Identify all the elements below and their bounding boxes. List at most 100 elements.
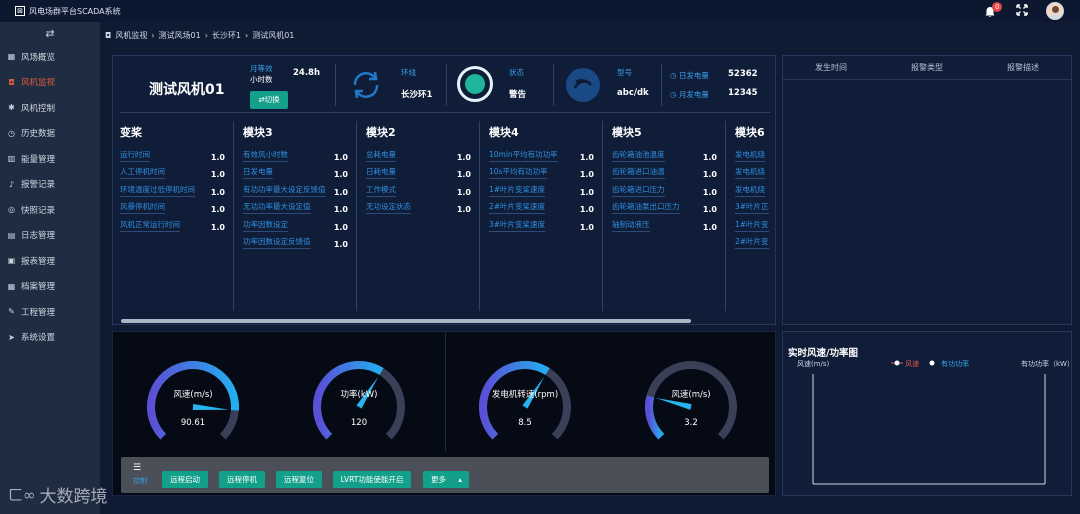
row-label: 齿轮箱进口油温 [612,166,665,179]
app-logo-icon: ⊠ [15,6,25,16]
module-row: 环境温度过低停机时间 1.0 [120,179,225,197]
remote-start-button[interactable]: 远程启动 [162,471,208,488]
gauge-value: 90.61 [180,418,206,428]
sidebar-item-label: 系统设置 [21,333,56,344]
refresh-icon [349,68,383,102]
row-value: 1.0 [579,205,594,214]
sidebar-item-2[interactable]: ✱ 风机控制 [0,95,100,121]
row-value: 1.0 [210,205,225,214]
row-value: 1.0 [702,187,717,197]
model-icon [566,68,600,102]
sidebar-item-1[interactable]: ◘ 风机监视 [0,70,100,96]
module-row: 功率因数设定反馈值 1.0 [243,232,348,249]
ring-label: 环线 [401,68,416,77]
monthly-hours-label-2: 小时数 [250,75,273,84]
watermark: ㄈ∞ 大数跨境 [8,486,108,507]
module-card: 变桨 运行时间 1.0 人工停机时间 1.0 环境温度过低停机时间 1.0 风暴停机时间 1.0… [120,124,225,232]
row-label: 齿轮箱油池温度 [612,149,665,162]
notification-bell-icon[interactable]: 0 [984,2,1003,19]
camera-icon: ◘ [105,31,112,40]
row-value: 1.0 [579,187,594,197]
row-value: 1.0 [333,152,348,162]
module-row: 2#叶片变 [735,232,777,249]
row-value: 1.0 [702,205,717,214]
sidebar-item-3[interactable]: ◷ 历史数据 [0,121,100,147]
sidebar-item-6[interactable]: ◎ 快照记录 [0,197,100,223]
lvrt-enable-button[interactable]: LVRT功能使能开启 [333,471,411,488]
row-value: 1.0 [456,152,471,162]
sidebar-item-label: 风机监视 [21,78,56,89]
breadcrumb-item[interactable]: 风机监视 [115,30,147,41]
module-row: 发电机绕 [735,144,777,162]
row-value: 1.0 [210,222,225,232]
status-label: 状态 [509,68,524,77]
sidebar-item-0[interactable]: ▦ 风场概览 [0,44,100,70]
row-label: 风机正常运行时间 [120,219,180,232]
collapse-menu-icon[interactable]: ⇄ [0,22,100,44]
row-value: 1.0 [579,222,594,232]
sidebar-item-4[interactable]: ▥ 能量管理 [0,146,100,172]
row-label: 10s平均有功功率 [489,166,548,179]
control-label: 控制 [133,477,147,485]
breadcrumb: ◘ 风机监视 › 测试风场01 › 长沙环1 › 测试风机01 [105,30,295,41]
remote-reset-button[interactable]: 远程复位 [276,471,322,488]
sidebar-item-10[interactable]: ✎ 工程管理 [0,299,100,325]
module-row: 无功设定状态 1.0 [366,197,471,214]
module-row: 轴制动液压 1.0 [612,214,717,232]
sidebar-item-label: 报警记录 [21,180,56,191]
ring-value: 长沙环1 [401,90,433,100]
module-row: 风暴停机时间 1.0 [120,197,225,214]
toggle-button[interactable]: ⇄切换 [250,91,288,109]
module-card: 模块2 总耗电量 1.0 日耗电量 1.0 工作模式 1.0 无功设定状态 1.0 [366,124,471,214]
module-row: 2#叶片变桨速度 1.0 [489,197,594,214]
user-avatar[interactable] [1046,2,1064,20]
module-card: 模块4 10min平均有功功率 1.0 10s平均有功功率 1.0 1#叶片变桨速度 1.0… [489,124,594,232]
row-label: 齿轮箱进口压力 [612,184,665,197]
module-row: 3#叶片变桨速度 1.0 [489,214,594,232]
sidebar-item-7[interactable]: ▤ 日志管理 [0,223,100,249]
row-label: 轴制动液压 [612,219,650,232]
horizontal-scrollbar[interactable] [121,319,691,323]
breadcrumb-item[interactable]: 长沙环1 [212,30,241,41]
gauge: 发电机转速(rpm) 8.5 [475,352,585,452]
gauge-panel: 风速(m/s) 90.61 功率(kW) 120 发电机转速(rpm) 8.5 风速(… [112,331,776,496]
model-value: abc/dk [617,88,649,98]
remote-stop-button[interactable]: 远程停机 [219,471,265,488]
chart-icon: ▥ [7,154,16,164]
sidebar-item-11[interactable]: ➤ 系统设置 [0,325,100,351]
module-row: 1#叶片变桨速度 1.0 [489,179,594,197]
row-label: 人工停机时间 [120,166,165,179]
gauge: 风速(m/s) 3.2 [641,352,751,452]
row-value: 1.0 [702,152,717,162]
sidebar-item-5[interactable]: ♪ 报警记录 [0,172,100,198]
row-value: 1.0 [456,205,471,214]
right-axis-label: 有功功率（kW） [1021,359,1073,368]
alarm-table-header: 发生时间 报警类型 报警描述 [783,56,1071,80]
row-label: 发电机绕 [735,166,765,179]
control-bar: ☰ 控制 远程启动 远程停机 远程复位 LVRT功能使能开启 更多 ▴ [121,457,769,493]
breadcrumb-item[interactable]: 测试风场01 [159,30,201,41]
realtime-chart: 风速(m/s) 有功功率（kW） 风速 有功功率 [797,359,1073,485]
book-icon: ▤ [7,230,16,240]
row-label: 有功功率最大设定反馈值 [243,184,326,197]
gauge-label: 风速(m/s) [671,390,711,400]
more-dropdown-button[interactable]: 更多 ▴ [423,471,469,488]
sidebar-item-9[interactable]: ▦ 档案管理 [0,274,100,300]
row-value: 1.0 [210,152,225,162]
module-row: 有效风小时数 1.0 [243,144,348,162]
row-label: 功率因数设定反馈值 [243,236,311,249]
module-row: 日耗电量 1.0 [366,162,471,179]
caret-up-icon: ▴ [458,475,462,484]
module-row: 1#叶片变 [735,214,777,232]
row-label: 有效风小时数 [243,149,288,162]
monthly-hours-label: 月等效 [250,64,273,73]
list-icon: ☰ [133,463,142,473]
row-value: 1.0 [456,187,471,197]
row-label: 10min平均有功功率 [489,149,558,162]
wrench-icon: ✎ [8,307,15,317]
module-row: 运行时间 1.0 [120,144,225,162]
sidebar-item-8[interactable]: ▣ 报表管理 [0,248,100,274]
fullscreen-icon[interactable] [1016,3,1028,19]
row-value: 1.0 [333,222,348,232]
row-label: 工作模式 [366,184,396,197]
